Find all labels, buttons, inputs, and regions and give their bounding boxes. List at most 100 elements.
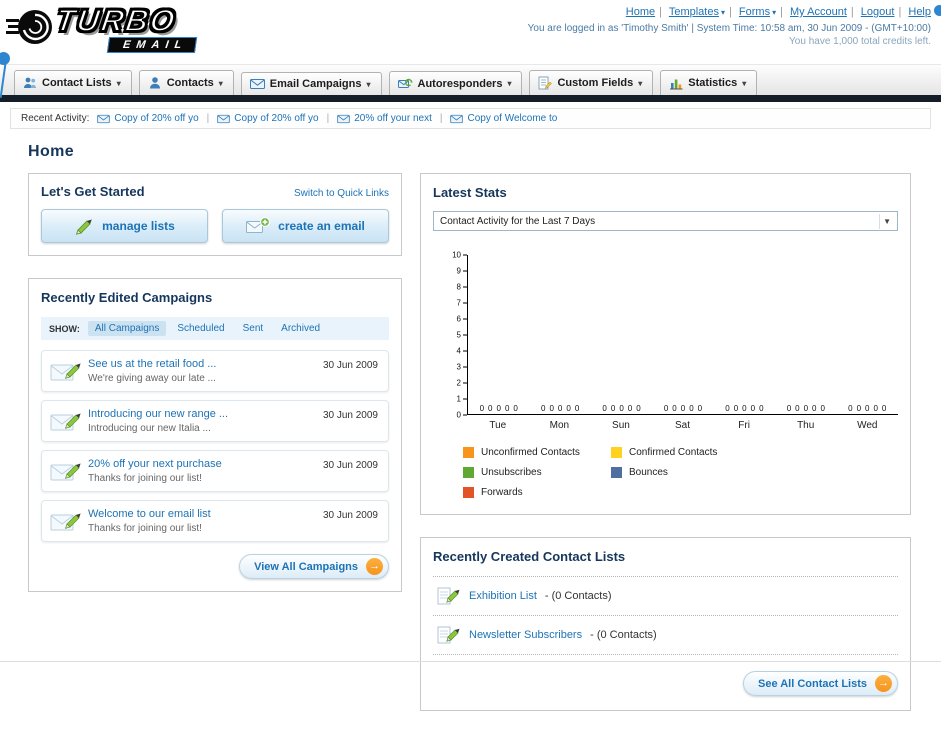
get-started-title: Let's Get Started bbox=[41, 184, 145, 199]
campaigns-panel: Recently Edited Campaigns SHOW: All Camp… bbox=[28, 278, 402, 592]
create-email-button[interactable]: create an email bbox=[222, 209, 389, 243]
logo-words: TURBO EMAIL bbox=[53, 2, 198, 54]
top-link-my-account[interactable]: My Account bbox=[790, 6, 847, 18]
campaign-subtitle: Introducing our new Italia ... bbox=[88, 423, 211, 434]
header-right: Home | Templates ▾ | Forms ▾ | My Account | Lo… bbox=[528, 4, 931, 62]
pencil-icon bbox=[76, 219, 92, 235]
recent-activity-link[interactable]: Copy of 20% off yo bbox=[234, 113, 318, 124]
contact-list-link[interactable]: Newsletter Subscribers bbox=[469, 629, 582, 641]
separator: | bbox=[206, 113, 210, 124]
manage-lists-button[interactable]: manage lists bbox=[41, 209, 208, 243]
envelope-plus-icon bbox=[246, 217, 271, 233]
legend-label: Unconfirmed Contacts bbox=[481, 447, 580, 458]
campaign-date: 30 Jun 2009 bbox=[322, 360, 378, 371]
legend-item: Unconfirmed Contacts bbox=[463, 447, 611, 458]
envelope-pencil-icon bbox=[50, 363, 81, 381]
chart-legend: Unconfirmed Contacts Confirmed Contacts … bbox=[463, 447, 898, 498]
campaign-link[interactable]: See us at the retail food ... bbox=[88, 358, 298, 370]
nav-tab-email-campaigns[interactable]: Email Campaigns ▾ bbox=[240, 72, 382, 95]
person-icon bbox=[149, 77, 160, 89]
contact-lists-title: Recently Created Contact Lists bbox=[433, 549, 626, 564]
campaign-row: 20% off your next purchase Thanks for jo… bbox=[41, 450, 389, 492]
legend-item: Forwards bbox=[463, 487, 611, 498]
recent-activity-link[interactable]: Copy of Welcome to bbox=[467, 113, 557, 124]
chevron-down-icon: ▾ bbox=[638, 78, 643, 88]
filter-archived[interactable]: Archived bbox=[274, 321, 327, 336]
top-link-home[interactable]: Home bbox=[626, 6, 655, 18]
filter-scheduled[interactable]: Scheduled bbox=[170, 321, 231, 336]
separator: | bbox=[659, 6, 662, 18]
nav-tab-label: Statistics bbox=[688, 77, 738, 89]
switch-quick-links-link[interactable]: Switch to Quick Links bbox=[294, 188, 389, 199]
top-link-logout[interactable]: Logout bbox=[861, 6, 895, 18]
header: TURBO EMAIL Home | Templates ▾ | Forms ▾ | My… bbox=[0, 0, 941, 64]
chart-y-axis: 0 1 2 3 4 5 6 7 8 9 10 bbox=[441, 251, 467, 420]
chart-plot-area: 00000000000000000000000000000000000 bbox=[467, 255, 898, 415]
form-pencil-icon bbox=[538, 76, 553, 90]
legend-item: Bounces bbox=[611, 467, 759, 478]
nav-dark-bar bbox=[0, 95, 941, 102]
latest-stats-title: Latest Stats bbox=[433, 185, 507, 200]
contact-list-count: - (0 Contacts) bbox=[590, 629, 657, 641]
contact-activity-chart: 0 1 2 3 4 5 6 7 8 9 10 000000000000000000000000000… bbox=[441, 251, 898, 431]
chevron-down-icon: ▾ bbox=[742, 78, 747, 88]
main-nav: Contact Lists ▾ Contacts ▾ Email Campaig… bbox=[0, 64, 941, 95]
main-content: Home Let's Get Started Switch to Quick L… bbox=[0, 129, 941, 733]
stats-period-select[interactable]: Contact Activity for the Last 7 Days ▼ bbox=[433, 211, 898, 231]
nav-tab-label: Contact Lists bbox=[42, 77, 112, 89]
legend-swatch bbox=[463, 487, 474, 498]
arrow-right-icon: → bbox=[875, 675, 892, 692]
campaigns-filter-bar: SHOW: All Campaigns Scheduled Sent Archi… bbox=[41, 317, 389, 340]
legend-item: Unsubscribes bbox=[463, 467, 611, 478]
filter-sent[interactable]: Sent bbox=[236, 321, 271, 336]
campaign-date: 30 Jun 2009 bbox=[322, 460, 378, 471]
top-link-forms[interactable]: Forms bbox=[739, 6, 770, 18]
people-icon bbox=[24, 77, 36, 88]
top-link-help[interactable]: Help bbox=[908, 6, 931, 18]
get-started-panel: Let's Get Started Switch to Quick Links … bbox=[28, 173, 402, 256]
view-all-campaigns-button[interactable]: View All Campaigns → bbox=[239, 554, 389, 579]
chevron-down-icon: ▾ bbox=[720, 8, 725, 17]
campaign-row: See us at the retail food ... We're givi… bbox=[41, 350, 389, 392]
manage-lists-label: manage lists bbox=[102, 219, 175, 233]
page-title: Home bbox=[28, 143, 75, 160]
campaign-subtitle: Thanks for joining our list! bbox=[88, 473, 202, 484]
nav-tab-label: Contacts bbox=[166, 77, 214, 89]
envelope-pencil-icon bbox=[50, 513, 81, 531]
filter-all-campaigns[interactable]: All Campaigns bbox=[87, 321, 167, 336]
recent-activity-link[interactable]: 20% off your next bbox=[354, 113, 432, 124]
contact-lists-panel: Recently Created Contact Lists Exhibitio… bbox=[420, 537, 911, 711]
campaign-link[interactable]: Welcome to our email list bbox=[88, 508, 298, 520]
nav-tab-autoresponders[interactable]: Autoresponders ▾ bbox=[388, 71, 523, 95]
recent-activity-link[interactable]: Copy of 20% off yo bbox=[114, 113, 198, 124]
separator: | bbox=[780, 6, 783, 18]
legend-swatch bbox=[611, 467, 622, 478]
contact-list-link[interactable]: Exhibition List bbox=[469, 590, 537, 602]
nav-tab-contacts[interactable]: Contacts ▾ bbox=[138, 70, 234, 95]
nav-tab-contact-lists[interactable]: Contact Lists ▾ bbox=[14, 70, 132, 95]
legend-label: Forwards bbox=[481, 487, 523, 498]
annotation-dot-right bbox=[934, 5, 941, 16]
recent-activity-item: Copy of 20% off yo bbox=[97, 113, 199, 124]
campaign-subtitle: Thanks for joining our list! bbox=[88, 523, 202, 534]
legend-swatch bbox=[611, 447, 622, 458]
view-all-campaigns-label: View All Campaigns bbox=[254, 560, 358, 573]
nav-tab-custom-fields[interactable]: Custom Fields ▾ bbox=[529, 70, 654, 95]
campaign-date: 30 Jun 2009 bbox=[322, 510, 378, 521]
see-all-contact-lists-button[interactable]: See All Contact Lists → bbox=[742, 671, 898, 696]
nav-tab-statistics[interactable]: Statistics ▾ bbox=[660, 70, 758, 95]
separator: | bbox=[326, 113, 330, 124]
app-logo: TURBO EMAIL bbox=[6, 2, 198, 62]
recent-activity-item: 20% off your next bbox=[337, 113, 432, 124]
campaign-link[interactable]: Introducing our new range ... bbox=[88, 408, 298, 420]
campaign-link[interactable]: 20% off your next purchase bbox=[88, 458, 298, 470]
stats-period-value: Contact Activity for the Last 7 Days bbox=[440, 215, 596, 227]
top-link-templates[interactable]: Templates bbox=[669, 6, 719, 18]
chevron-down-icon: ▾ bbox=[218, 78, 223, 88]
envelope-icon bbox=[97, 114, 111, 123]
logo-swirl-icon bbox=[6, 10, 52, 44]
contact-list-row: Newsletter Subscribers - (0 Contacts) bbox=[433, 616, 898, 655]
contact-list: Exhibition List - (0 Contacts) Newslette… bbox=[433, 576, 898, 655]
separator: | bbox=[728, 6, 732, 18]
chevron-down-icon: ▼ bbox=[879, 213, 894, 229]
